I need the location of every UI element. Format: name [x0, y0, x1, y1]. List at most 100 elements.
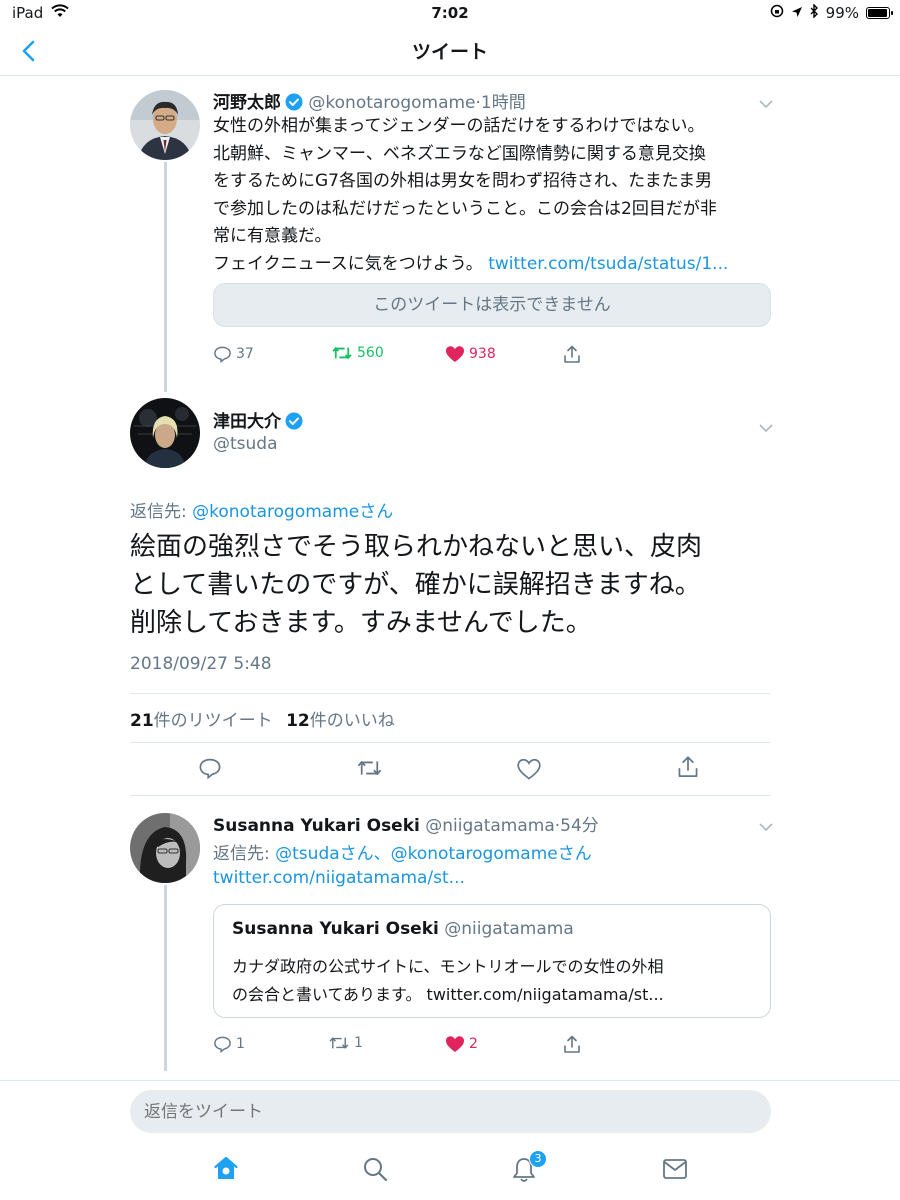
tab-messages[interactable]: [662, 1158, 688, 1184]
nav-bar: ツイート: [0, 26, 900, 76]
battery-percent: 99%: [825, 4, 859, 22]
tweet-time: ·1時間: [475, 93, 526, 113]
divider: [130, 795, 770, 796]
tweet-timestamp: 2018/09/27 5:48: [130, 654, 272, 674]
page-title: ツイート: [411, 41, 488, 63]
reply-to: 返信先: @konotarogomameさん: [130, 497, 393, 522]
quoted-author-name: Susanna Yukari Oseki: [232, 919, 439, 939]
share-button[interactable]: [563, 1035, 581, 1054]
reply-button[interactable]: [198, 757, 222, 783]
author-handle[interactable]: @konotarogomame: [308, 93, 475, 113]
like-count: 938: [469, 346, 496, 362]
retweet-button[interactable]: 560: [331, 345, 384, 361]
reply-to: 返信先: @tsudaさん、@konotarogomameさん: [213, 839, 592, 864]
tweet-text-line: として書いたのですが、確かに誤解招きますね。: [130, 570, 701, 600]
engagement-stats: 21件のリツイート 12件のいいね: [130, 706, 395, 731]
unavailable-tweet-card: このツイートは表示できません: [213, 283, 771, 327]
tweet-text-line: 常に有意義だ。: [213, 226, 332, 246]
reply-button[interactable]: 1: [213, 1035, 245, 1053]
quoted-link: twitter.com/niigatamama/st...: [426, 985, 664, 1004]
reply-count: 37: [236, 346, 254, 362]
divider: [0, 1080, 900, 1081]
divider: [130, 693, 770, 694]
tweet-text-line: をするためにG7各国の外相は男女を問わず招待され、たまたま男: [213, 171, 713, 191]
heart-icon: [446, 1036, 464, 1052]
heart-icon: [517, 758, 541, 780]
tweet-text-line: カナダ政府の公式サイトに、モントリオールでの女性の外相: [232, 957, 664, 976]
avatar[interactable]: [130, 813, 200, 883]
tweet-actions: 37 560 938: [213, 345, 773, 365]
author-name[interactable]: 津田大介: [213, 412, 281, 432]
retweet-icon: [329, 1037, 349, 1049]
verified-icon: [285, 412, 303, 435]
retweet-icon: [357, 761, 382, 775]
reply-count: 1: [236, 1036, 245, 1052]
battery-icon: [866, 7, 893, 19]
share-button[interactable]: [563, 345, 581, 364]
share-icon: [564, 345, 580, 363]
tweet-text: 絵面の強烈さでそう取られかねないと思い、皮肉 として書いたのですが、確かに誤解招…: [130, 528, 702, 642]
quoted-tweet-text: カナダ政府の公式サイトに、モントリオールでの女性の外相 の会合と書いてあります。…: [232, 953, 664, 1009]
status-time: 7:02: [431, 4, 469, 22]
retweet-icon: [332, 347, 352, 359]
share-button[interactable]: [677, 755, 699, 783]
retweet-count: 560: [357, 345, 384, 361]
bluetooth-icon: [810, 3, 819, 22]
chevron-down-icon[interactable]: [758, 418, 774, 433]
tab-bar: 3: [0, 1142, 900, 1200]
reply-button[interactable]: 37: [213, 345, 254, 363]
tweet-text-line: 絵面の強烈さでそう取られかねないと思い、皮肉: [130, 532, 703, 562]
search-icon: [364, 1158, 388, 1182]
tweet-text-line: で参加したのは私だけだったということ。この会合は2回目だが非: [213, 198, 717, 219]
tweet-text: 女性の外相が集まってジェンダーの話だけをするわけではない。 北朝鮮、ミャンマー、…: [213, 113, 728, 278]
tweet-link[interactable]: twitter.com/tsuda/status/1...: [488, 254, 728, 274]
quoted-tweet[interactable]: Susanna Yukari Oseki @niigatamama カナダ政府の…: [213, 904, 771, 1018]
reply-icon: [214, 1036, 231, 1053]
tweet-link[interactable]: twitter.com/niigatamama/st...: [213, 868, 465, 888]
like-button[interactable]: [517, 758, 541, 784]
author-handle[interactable]: @niigatamama: [425, 816, 554, 836]
tweet-text-line: の会合と書いてあります。 twitter.com/niigatamama/st.…: [232, 985, 664, 1004]
retweet-button[interactable]: [356, 758, 383, 782]
reply-input[interactable]: [144, 1090, 754, 1133]
location-icon: [791, 4, 803, 22]
divider: [130, 742, 770, 743]
tab-search[interactable]: [362, 1156, 388, 1186]
like-button[interactable]: 938: [445, 345, 496, 363]
reply-to-handle[interactable]: @konotarogomameさん: [192, 502, 393, 522]
author-name[interactable]: Susanna Yukari Oseki: [213, 816, 420, 836]
thread-connector: [164, 885, 167, 1071]
reply-composer[interactable]: [130, 1090, 771, 1133]
reply-icon: [199, 758, 221, 780]
tweet-actions: 1 1 2: [213, 1035, 773, 1055]
author-name[interactable]: 河野太郎: [213, 93, 281, 113]
heart-icon: [446, 346, 464, 362]
rotation-lock-icon: [770, 4, 784, 22]
tweet-time: ·54分: [554, 816, 599, 836]
reply-icon: [214, 346, 231, 363]
tab-notifications[interactable]: 3: [511, 1150, 547, 1188]
share-icon: [678, 756, 698, 778]
avatar[interactable]: [130, 90, 200, 160]
thread-connector: [164, 162, 167, 392]
author-handle[interactable]: @tsuda: [213, 434, 278, 454]
reply-to-handle[interactable]: @tsudaさん、@konotarogomameさん: [275, 844, 592, 864]
quoted-author-handle: @niigatamama: [444, 919, 574, 939]
like-stat[interactable]: 12件のいいね: [286, 711, 395, 731]
status-bar: iPad 7:02 99%: [0, 0, 900, 26]
tab-home[interactable]: [213, 1155, 239, 1185]
chevron-down-icon[interactable]: [758, 94, 774, 109]
like-button[interactable]: 2: [445, 1035, 478, 1053]
retweet-button[interactable]: 1: [328, 1035, 363, 1051]
tweet-text-line: 削除しておきます。すみませんでした。: [130, 608, 592, 638]
avatar[interactable]: [130, 398, 200, 468]
reply-to-label: 返信先:: [213, 844, 270, 864]
home-icon: [214, 1156, 238, 1179]
retweet-count: 1: [354, 1035, 363, 1051]
chevron-down-icon[interactable]: [758, 817, 774, 832]
retweet-stat[interactable]: 21件のリツイート: [130, 711, 273, 731]
notification-badge: 3: [529, 1150, 547, 1168]
like-count: 2: [469, 1036, 478, 1052]
tweet-text-line: 女性の外相が集まってジェンダーの話だけをするわけではない。: [213, 116, 705, 136]
envelope-icon: [663, 1159, 687, 1179]
